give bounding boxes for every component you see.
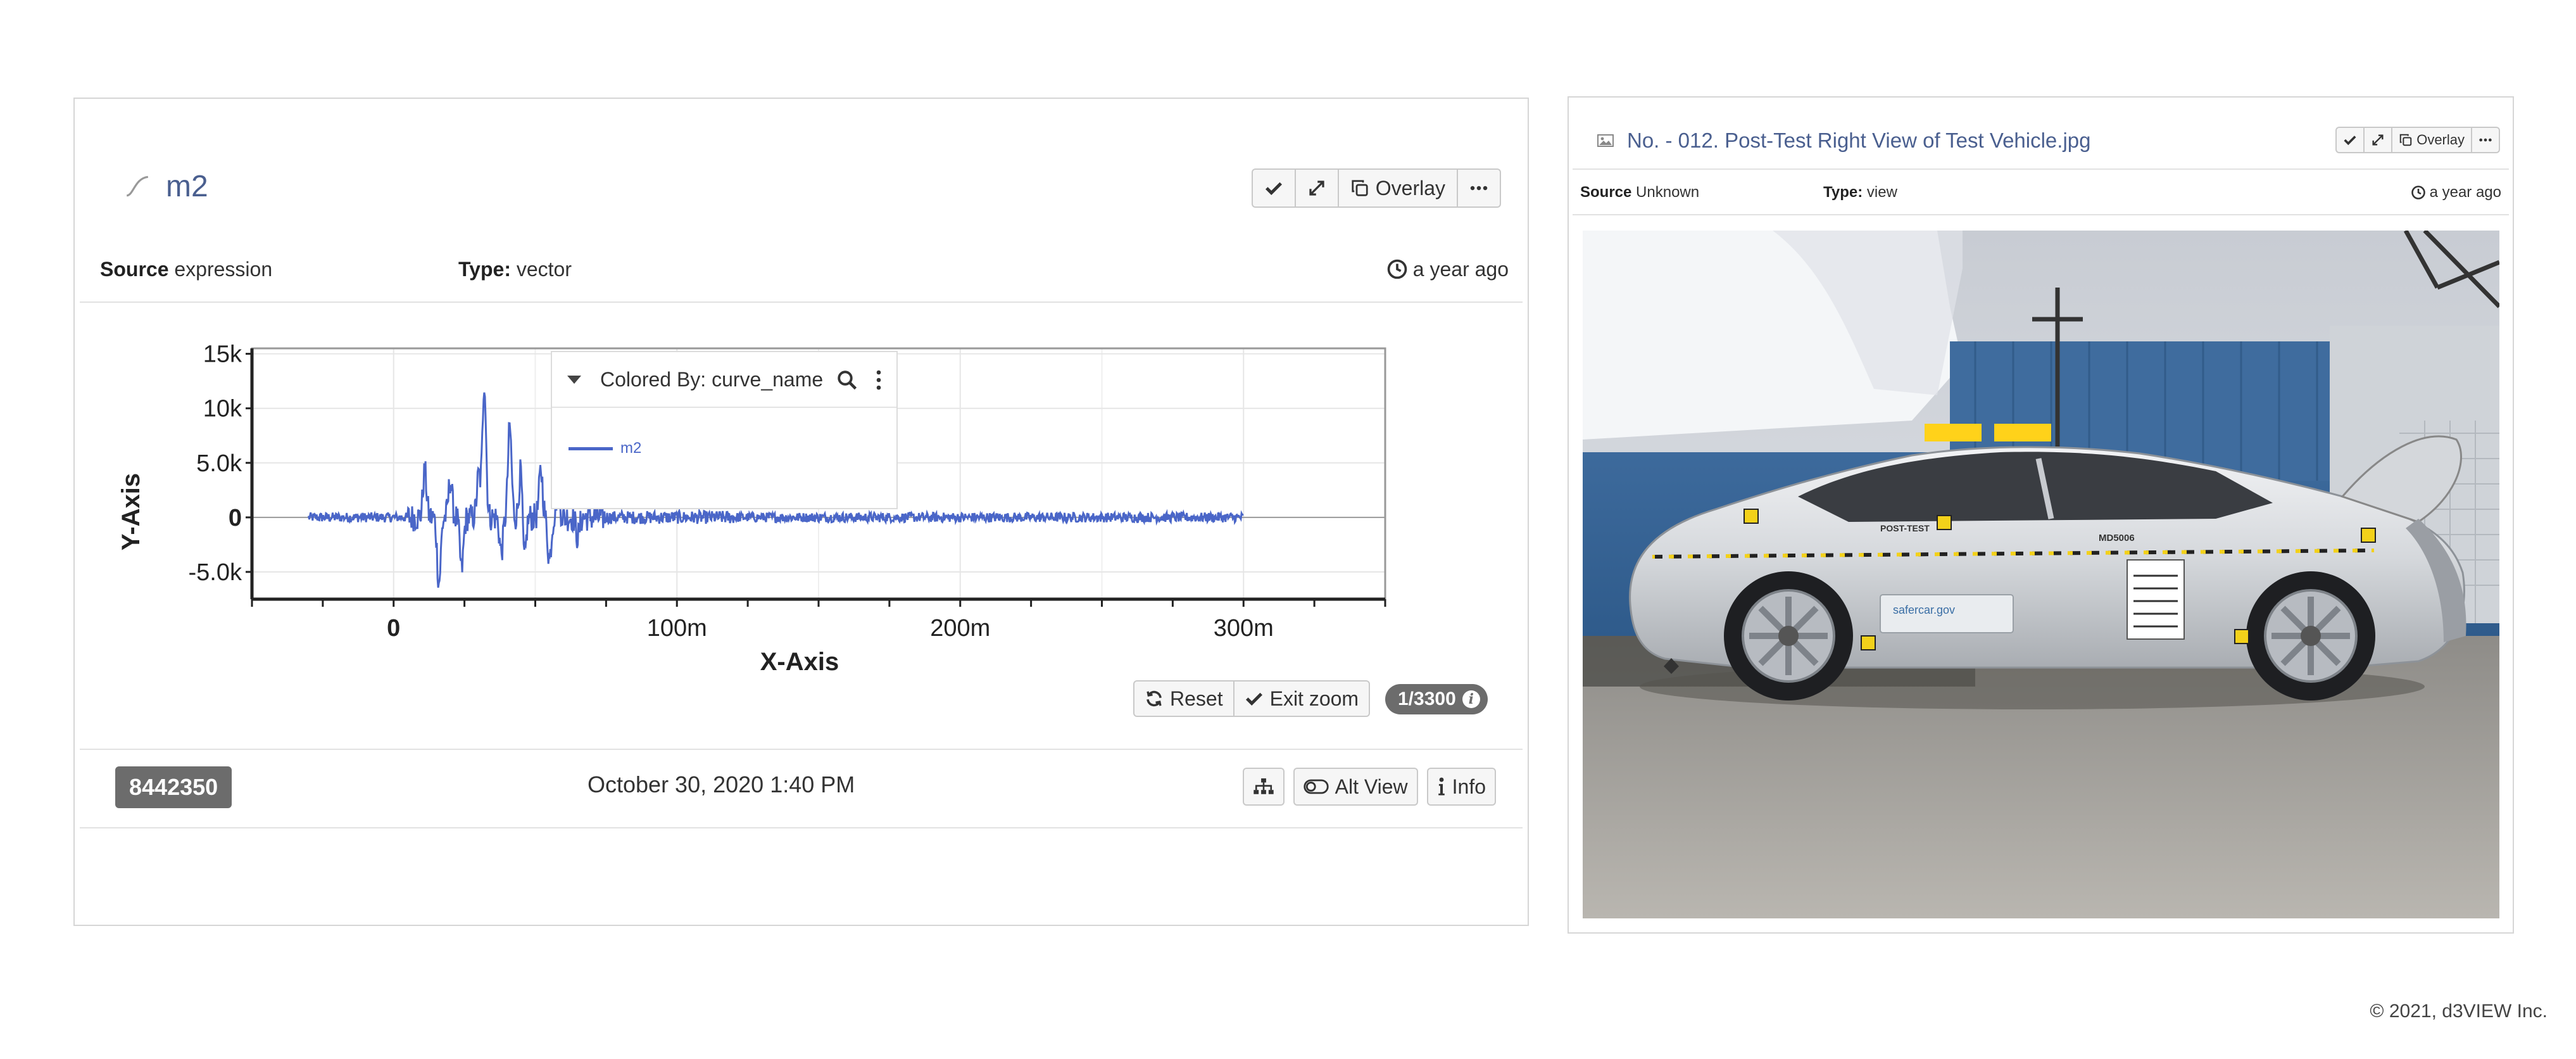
divider: [80, 827, 1523, 828]
caret-down-icon[interactable]: [567, 375, 581, 384]
footer-toolbar: Alt View Info: [1242, 768, 1496, 806]
alt-view-label: Alt View: [1335, 775, 1408, 798]
copyright-text: © 2021, d3VIEW Inc.: [2370, 1001, 2548, 1022]
image-title-row: No. - 012. Post-Test Right View of Test …: [1597, 122, 2091, 160]
pager-text: 1/3300: [1398, 688, 1456, 709]
reset-label: Reset: [1170, 687, 1223, 710]
x-tick-label: 300m: [1214, 615, 1274, 642]
curve-id-badge[interactable]: 8442350: [115, 766, 232, 808]
image-meta-row: Source Unknown Type: view a year ago: [1580, 180, 2501, 205]
expand-button[interactable]: [2363, 127, 2393, 153]
alt-view-button[interactable]: Alt View: [1293, 768, 1418, 806]
y-tick-label: 15k: [203, 341, 242, 368]
crash-test-photo: safercar.gov POST-TEST MD5006: [1583, 231, 2499, 918]
y-tick-label: 5.0k: [196, 450, 242, 477]
x-tick-label: 0: [387, 615, 400, 642]
exit-zoom-button[interactable]: Exit zoom: [1233, 680, 1371, 717]
image-title[interactable]: No. - 012. Post-Test Right View of Test …: [1627, 129, 2091, 153]
info-icon: [1438, 777, 1445, 796]
toggle-icon: [1303, 779, 1329, 794]
legend-header[interactable]: Colored By: curve_name: [552, 352, 896, 408]
hierarchy-button[interactable]: [1242, 768, 1285, 806]
source-key: Source: [1580, 184, 1632, 201]
info-circle-icon[interactable]: i: [1462, 690, 1480, 708]
legend-item[interactable]: m2: [552, 440, 896, 457]
created-date: October 30, 2020 1:40 PM: [587, 771, 855, 797]
overlay-label: Overlay: [2416, 132, 2465, 148]
y-tick-label: 0: [229, 505, 242, 531]
legend-item-label: m2: [620, 440, 642, 457]
type-value: view: [1866, 184, 1897, 201]
post-test-tag: POST-TEST: [1880, 523, 1930, 533]
source-field: Source Unknown: [1580, 184, 1699, 201]
image-icon: [1597, 134, 1614, 147]
image-toolbar: Overlay: [2335, 127, 2500, 153]
type-field: Type: view: [1823, 184, 1897, 201]
chart-legend: Colored By: curve_name m2: [551, 351, 898, 509]
refresh-icon: [1147, 690, 1162, 707]
legend-title: Colored By: curve_name: [600, 367, 824, 391]
zoom-toolbar: Reset Exit zoom: [1133, 680, 1371, 717]
divider: [80, 749, 1523, 750]
legend-swatch: [569, 447, 613, 450]
source-value: Unknown: [1636, 184, 1700, 201]
copy-icon: [2399, 134, 2412, 146]
kebab-menu-icon[interactable]: [872, 369, 885, 391]
safercar-logo: safercar.gov: [1893, 604, 1955, 616]
info-button[interactable]: Info: [1426, 768, 1496, 806]
reset-zoom-button[interactable]: Reset: [1133, 680, 1235, 717]
timestamp: a year ago: [2411, 184, 2501, 201]
expand-icon: [2372, 134, 2384, 146]
image-card: No. - 012. Post-Test Right View of Test …: [1568, 96, 2514, 934]
select-button[interactable]: [2335, 127, 2365, 153]
type-key: Type:: [1823, 184, 1863, 201]
y-tick-label: 10k: [203, 396, 242, 422]
timestamp-text: a year ago: [2429, 184, 2501, 201]
clock-icon: [2411, 186, 2425, 200]
info-label: Info: [1452, 775, 1486, 798]
curve-card: m2 Overlay Source expression Type: vecto…: [73, 98, 1529, 926]
vehicle-photo[interactable]: safercar.gov POST-TEST MD5006: [1583, 231, 2499, 918]
pager-badge[interactable]: 1/3300 i: [1385, 684, 1488, 714]
search-icon[interactable]: [836, 369, 858, 391]
x-tick-label: 200m: [930, 615, 990, 642]
check-icon: [2344, 136, 2356, 146]
exit-zoom-label: Exit zoom: [1269, 687, 1359, 710]
overlay-button[interactable]: Overlay: [2391, 127, 2472, 153]
x-axis-label: X-Axis: [760, 648, 839, 676]
test-id-tag: MD5006: [2099, 533, 2135, 543]
x-tick-label: 100m: [647, 615, 707, 642]
more-button[interactable]: [2471, 127, 2500, 153]
ellipsis-icon: [2479, 138, 2492, 142]
check-icon: [1245, 692, 1262, 706]
y-tick-label: -5.0k: [189, 559, 242, 586]
sitemap-icon: [1253, 778, 1274, 794]
divider: [1573, 168, 2509, 170]
y-axis-label: Y-Axis: [117, 473, 145, 550]
divider: [1573, 214, 2509, 215]
